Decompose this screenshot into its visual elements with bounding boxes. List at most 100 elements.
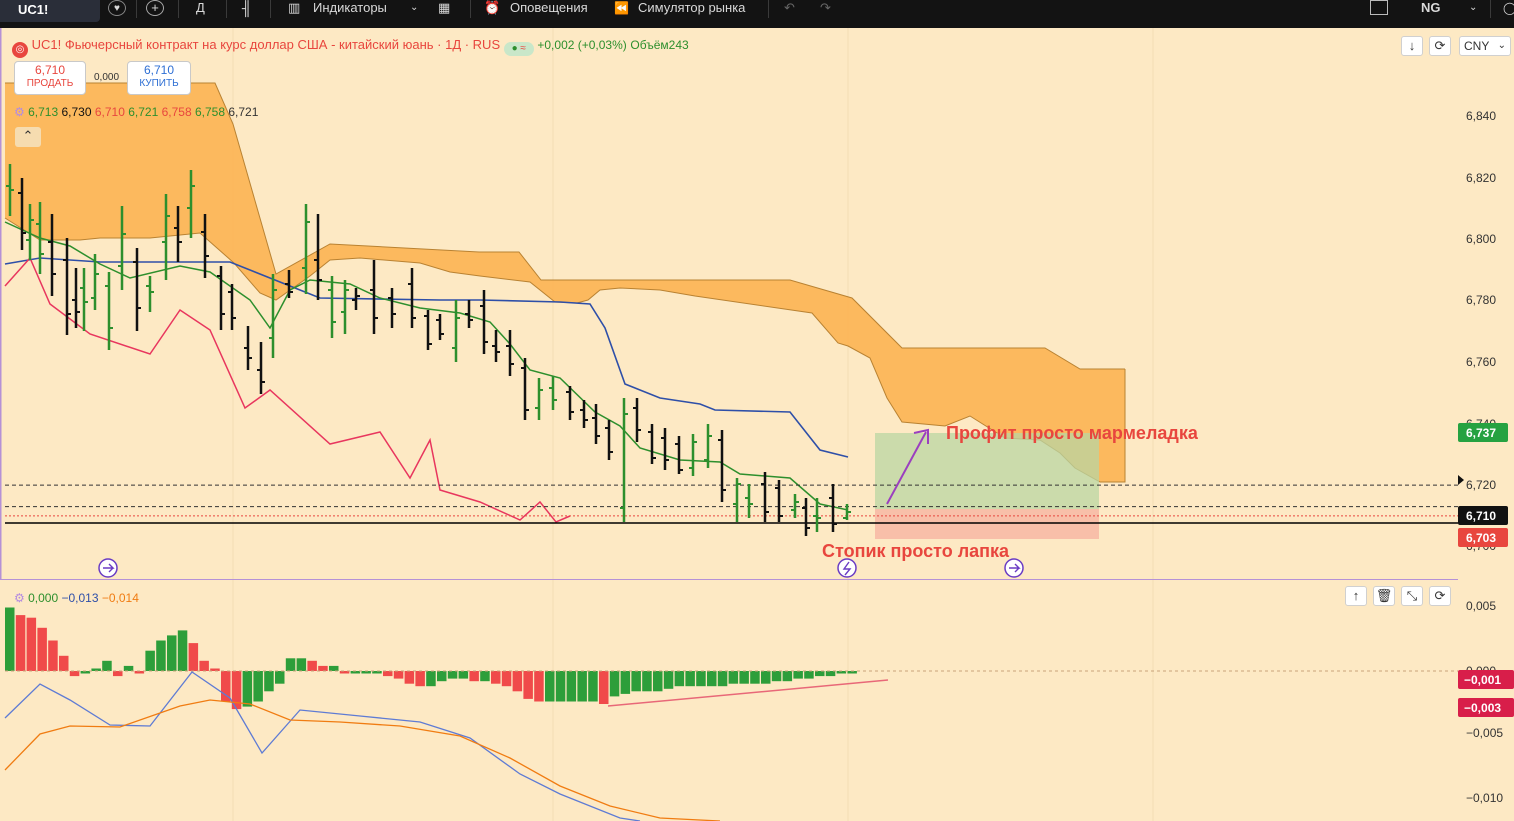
macd-axis-tick: −0,005	[1466, 726, 1503, 740]
indicators-icon[interactable]: ▥	[288, 0, 300, 16]
ichimoku-legend-value: 6,713	[28, 105, 59, 119]
templates-icon[interactable]: ▦	[438, 0, 450, 16]
macd-histogram-bar	[426, 671, 436, 687]
add-symbol-icon[interactable]: +	[146, 0, 164, 16]
price-axis-tick: 6,720	[1466, 478, 1496, 492]
macd-histogram-bar	[307, 660, 317, 671]
spread-value: 0,000	[94, 72, 120, 83]
macd-histogram-bar	[5, 607, 15, 671]
macd-legend-value: −0,014	[98, 591, 139, 605]
undo-icon[interactable]: ↶	[784, 0, 795, 16]
macd-histogram-bar	[188, 643, 199, 671]
macd-histogram-bar	[123, 665, 134, 671]
macd-histogram-bar	[69, 671, 80, 677]
replay-icon[interactable]: ⏪	[614, 0, 629, 16]
macd-histogram-bar	[318, 665, 328, 671]
market-status-icon: ● ≈	[503, 42, 534, 56]
pane-separator[interactable]	[0, 579, 1458, 580]
macd-histogram-bar	[545, 671, 555, 702]
indicator-settings-icon[interactable]: ⚙	[14, 591, 25, 605]
snapshot-icon[interactable]: ◯	[1503, 0, 1514, 16]
chevron-down-icon[interactable]: ⌄	[1469, 0, 1477, 16]
pane-settings-icon[interactable]: ⟳	[1429, 586, 1451, 606]
sell-label: ПРОДАТЬ	[26, 78, 74, 89]
legend-change: +0,002 (+0,03%)	[537, 38, 627, 52]
reload-icon[interactable]: ⟳	[1429, 36, 1451, 56]
macd-histogram-bar	[285, 658, 296, 671]
bar-style-icon[interactable]: ╢	[242, 0, 252, 16]
buy-label: КУПИТЬ	[139, 78, 179, 89]
indicators-button[interactable]: Индикаторы	[313, 0, 387, 16]
macd-legend: ⚙ 0,000 −0,013 −0,014	[14, 591, 139, 605]
profit-zone[interactable]	[875, 433, 1099, 509]
move-pane-up-icon[interactable]: ↑	[1345, 586, 1367, 606]
legend-symbol[interactable]: UC1!	[32, 37, 62, 52]
profit-annotation[interactable]: Профит просто мармеладка	[946, 423, 1199, 443]
macd-histogram-bar	[825, 671, 836, 677]
macd-histogram-bar	[177, 630, 188, 671]
delete-pane-icon[interactable]: 🗑	[1373, 586, 1395, 606]
macd-histogram-bar	[329, 665, 339, 671]
macd-histogram-bar	[501, 671, 512, 687]
replay-button[interactable]: Симулятор рынка	[638, 0, 745, 16]
macd-histogram-bar	[415, 671, 425, 687]
macd-histogram-bar	[480, 671, 490, 682]
ichimoku-legend-value: 6,721	[124, 105, 159, 119]
price-axis-tick: 6,840	[1466, 109, 1496, 123]
macd-histogram-bar	[599, 671, 609, 704]
macd-histogram-bar	[642, 671, 652, 692]
macd-histogram-bar	[793, 671, 803, 679]
alerts-button[interactable]: Оповещения	[510, 0, 588, 16]
price-badge-label: 6,737	[1466, 426, 1496, 440]
macd-histogram-bar	[199, 660, 209, 671]
macd-legend-value: 0,000	[28, 591, 59, 605]
macd-histogram-bar	[242, 671, 253, 707]
sell-button[interactable]: 6,710 ПРОДАТЬ	[14, 61, 86, 95]
stop-zone[interactable]	[875, 509, 1099, 539]
stop-annotation[interactable]: Стопик просто лапка	[822, 541, 1010, 561]
macd-histogram-bar	[707, 671, 717, 687]
symbol-search-button[interactable]: UC1!	[0, 0, 100, 22]
indicator-settings-icon[interactable]: ⚙	[14, 105, 25, 119]
macd-histogram-bar	[296, 658, 307, 671]
ichimoku-legend-value: 6,758	[191, 105, 226, 119]
top-toolbar: UC1! ♥ + Д ╢ ▥ Индикаторы ⌄ ▦ ⏰ Оповещен…	[0, 0, 1514, 28]
macd-histogram-bar	[577, 671, 587, 702]
macd-histogram-bar	[761, 671, 771, 684]
interval-button[interactable]: Д	[196, 0, 205, 16]
earnings-flash-icon[interactable]	[837, 558, 857, 578]
ichimoku-legend-value: 6,710	[91, 105, 125, 119]
ichimoku-legend-value: 6,730	[58, 105, 92, 119]
alarm-clock-icon[interactable]: ⏰	[484, 0, 500, 16]
chart-area[interactable]: Профит просто мармеладка Стопик просто ла…	[0, 28, 1514, 821]
chevron-down-icon[interactable]: ⌄	[410, 0, 418, 16]
macd-histogram-bar	[145, 650, 155, 671]
macd-histogram-bar	[782, 671, 793, 682]
macd-histogram-bar	[26, 617, 37, 671]
ichimoku-legend-value: 6,758	[158, 105, 192, 119]
favorite-icon[interactable]: ♥	[108, 0, 126, 16]
currency-select[interactable]: CNY ⌄	[1459, 36, 1511, 56]
macd-histogram-bar	[771, 671, 782, 682]
macd-histogram-bar	[739, 671, 749, 684]
macd-histogram-bar	[815, 671, 825, 677]
chart-canvas[interactable]: Профит просто мармеладка Стопик просто ла…	[0, 28, 1514, 821]
macd-histogram-bar	[620, 671, 631, 694]
macd-histogram-bar	[15, 615, 26, 671]
legend-description: Фьючерсный контракт на курс доллар США -…	[64, 37, 501, 52]
macd-histogram-bar	[264, 671, 274, 692]
macd-histogram-bar	[534, 671, 544, 702]
macd-histogram-bar	[696, 671, 706, 687]
buy-button[interactable]: 6,710 КУПИТЬ	[127, 61, 191, 95]
collapse-legend-button[interactable]: ⌃	[15, 127, 41, 147]
macd-histogram-bar	[253, 671, 263, 702]
redo-icon[interactable]: ↷	[820, 0, 831, 16]
download-icon[interactable]: ↓	[1401, 36, 1423, 56]
layout-name[interactable]: NG	[1421, 0, 1441, 16]
maximize-pane-icon[interactable]: ⤡	[1401, 586, 1423, 606]
exchange-logo-icon: ◎	[12, 42, 28, 58]
macd-histogram-bar	[674, 671, 685, 687]
macd-histogram-bar	[491, 671, 501, 684]
fullscreen-icon[interactable]	[1370, 0, 1388, 15]
macd-histogram-bar	[37, 627, 47, 671]
